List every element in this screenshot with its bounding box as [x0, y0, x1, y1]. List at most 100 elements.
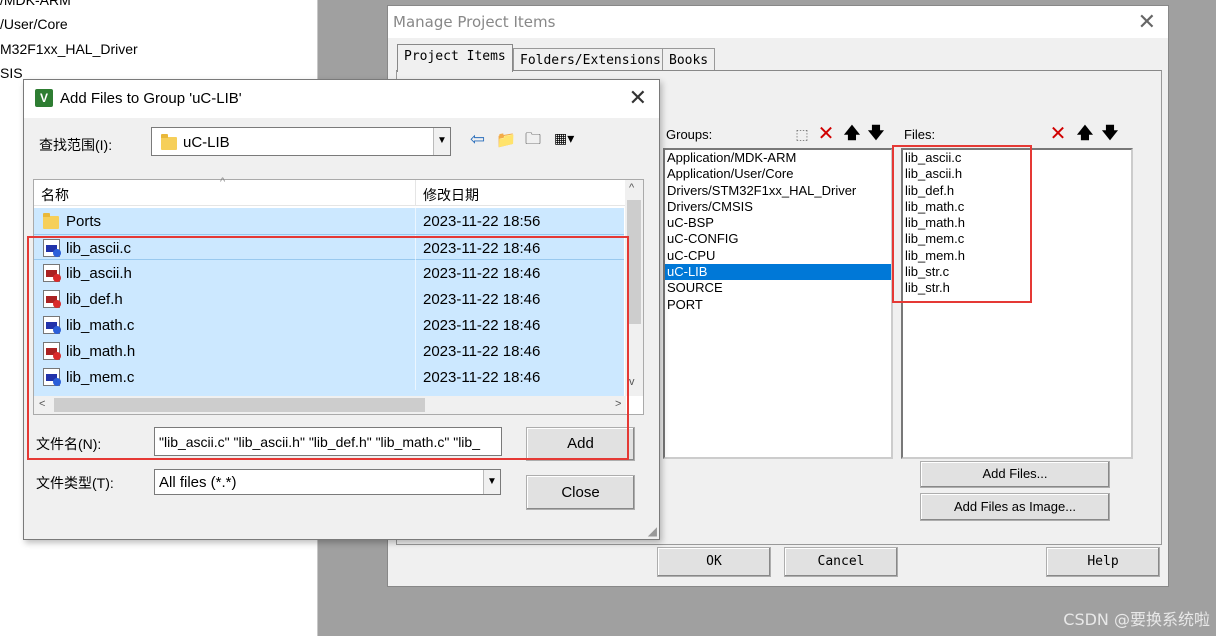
add-files-dialog: V Add Files to Group 'uC-LIB' ✕ 查找范围(I):…: [23, 79, 660, 540]
close-icon[interactable]: ✕: [1138, 10, 1156, 35]
move-down-icon[interactable]: 🡇: [865, 123, 887, 145]
c-file-icon: [43, 368, 61, 386]
delete-icon[interactable]: ✕: [1047, 123, 1069, 145]
add-files-button[interactable]: Add Files...: [920, 461, 1110, 488]
resize-grip-icon[interactable]: ◢: [648, 524, 657, 538]
files-label: Files:: [904, 127, 936, 142]
group-item[interactable]: PORT: [665, 297, 891, 313]
tab-folders-extensions[interactable]: Folders/Extensions: [513, 48, 668, 72]
h-file-icon: [43, 264, 61, 282]
h-file-icon: [43, 290, 61, 308]
tree-item[interactable]: /User/Core: [0, 16, 68, 32]
list-item[interactable]: lib_math.c 2023-11-22 18:46: [34, 312, 624, 338]
chevron-down-icon[interactable]: ▼: [483, 470, 500, 494]
file-item[interactable]: lib_mem.c: [903, 231, 1131, 247]
look-in-dropdown[interactable]: uC-LIB ▼: [151, 127, 451, 156]
list-item[interactable]: lib_mem.c 2023-11-22 18:46: [34, 364, 624, 396]
chevron-down-icon[interactable]: ▼: [433, 128, 450, 155]
scroll-right-icon[interactable]: >: [615, 398, 621, 410]
groups-header: Groups: ⬚ ✕ 🡅 🡇: [663, 121, 895, 147]
back-arrow-icon[interactable]: ⇦: [470, 129, 485, 150]
tab-project-items[interactable]: Project Items: [397, 44, 513, 72]
view-menu-icon[interactable]: ▦▾: [554, 130, 574, 147]
file-name: lib_math.h: [66, 343, 136, 360]
files-list[interactable]: lib_ascii.c lib_ascii.h lib_def.h lib_ma…: [901, 148, 1133, 459]
list-item[interactable]: lib_ascii.c 2023-11-22 18:46: [34, 234, 624, 261]
h-file-icon: [43, 342, 61, 360]
file-item[interactable]: lib_ascii.h: [903, 166, 1131, 182]
new-folder-icon[interactable]: 🗀: [525, 128, 541, 155]
group-item[interactable]: SOURCE: [665, 280, 891, 296]
file-item[interactable]: lib_math.c: [903, 199, 1131, 215]
tree-item[interactable]: /MDK-ARM: [0, 0, 71, 8]
c-file-icon: [43, 239, 61, 257]
file-name: lib_ascii.c: [66, 240, 132, 257]
list-item[interactable]: lib_math.h 2023-11-22 18:46: [34, 338, 624, 364]
groups-label: Groups:: [666, 127, 713, 142]
add-files-as-image-button[interactable]: Add Files as Image...: [920, 493, 1110, 521]
look-in-label: 查找范围(I):: [39, 137, 113, 153]
dialog-title: Manage Project Items: [393, 13, 556, 31]
group-item[interactable]: Drivers/CMSIS: [665, 199, 891, 215]
ok-button[interactable]: OK: [657, 547, 771, 577]
file-date: 2023-11-22 18:56: [423, 213, 541, 230]
file-date: 2023-11-22 18:46: [423, 265, 541, 282]
file-list[interactable]: ^ 名称 修改日期 Ports 2023-11-22 18:56 lib_asc…: [33, 176, 644, 415]
file-date: 2023-11-22 18:46: [423, 317, 541, 334]
add-button[interactable]: Add: [526, 427, 635, 461]
cancel-button[interactable]: Cancel: [784, 547, 898, 577]
scroll-down-icon[interactable]: v: [629, 376, 635, 388]
list-item[interactable]: Ports 2023-11-22 18:56: [34, 208, 624, 234]
filename-label: 文件名(N):: [36, 436, 102, 452]
close-button[interactable]: Close: [526, 475, 635, 510]
tree-item[interactable]: M32F1xx_HAL_Driver: [0, 41, 138, 57]
file-name: Ports: [66, 213, 102, 230]
scrollbar-thumb[interactable]: [627, 200, 641, 324]
scroll-up-icon[interactable]: ^: [629, 182, 634, 194]
horizontal-scrollbar[interactable]: < >: [34, 396, 626, 414]
column-name-header[interactable]: 名称: [41, 185, 69, 205]
file-item[interactable]: lib_mem.h: [903, 248, 1131, 264]
dialog-title: Add Files to Group 'uC-LIB': [60, 90, 242, 107]
tab-books[interactable]: Books: [662, 48, 716, 72]
file-item[interactable]: lib_ascii.c: [903, 150, 1131, 166]
new-group-icon[interactable]: ⬚: [791, 123, 813, 145]
group-item-selected[interactable]: uC-LIB: [665, 264, 891, 281]
vertical-scrollbar[interactable]: ^ v: [625, 180, 643, 396]
move-up-icon[interactable]: 🡅: [841, 123, 863, 145]
group-item[interactable]: Drivers/STM32F1xx_HAL_Driver: [665, 183, 891, 199]
filename-input[interactable]: "lib_ascii.c" "lib_ascii.h" "lib_def.h" …: [154, 427, 502, 456]
help-button[interactable]: Help: [1046, 547, 1160, 577]
c-file-icon: [43, 316, 61, 334]
scrollbar-thumb[interactable]: [54, 398, 425, 412]
column-date-header[interactable]: 修改日期: [423, 185, 479, 205]
up-folder-icon[interactable]: 📁: [496, 130, 516, 150]
file-date: 2023-11-22 18:46: [423, 240, 541, 257]
file-item[interactable]: lib_str.c: [903, 264, 1131, 280]
scroll-left-icon[interactable]: <: [39, 398, 45, 410]
group-item[interactable]: uC-BSP: [665, 215, 891, 231]
filetype-dropdown[interactable]: All files (*.*) ▼: [154, 469, 501, 495]
file-name: lib_math.c: [66, 317, 135, 334]
folder-icon: [161, 134, 177, 150]
delete-icon[interactable]: ✕: [815, 123, 837, 145]
filename-value: "lib_ascii.c" "lib_ascii.h" "lib_def.h" …: [159, 434, 480, 450]
file-item[interactable]: lib_def.h: [903, 183, 1131, 199]
dialog-titlebar: V Add Files to Group 'uC-LIB' ✕: [24, 80, 659, 118]
groups-list[interactable]: Application/MDK-ARM Application/User/Cor…: [663, 148, 893, 459]
list-item[interactable]: lib_def.h 2023-11-22 18:46: [34, 286, 624, 312]
file-item[interactable]: lib_math.h: [903, 215, 1131, 231]
group-item[interactable]: uC-CONFIG: [665, 231, 891, 247]
file-date: 2023-11-22 18:46: [423, 343, 541, 360]
dialog-titlebar: Manage Project Items ✕: [388, 6, 1168, 38]
group-item[interactable]: Application/User/Core: [665, 166, 891, 182]
move-down-icon[interactable]: 🡇: [1099, 123, 1121, 145]
group-item[interactable]: uC-CPU: [665, 248, 891, 264]
group-item[interactable]: Application/MDK-ARM: [665, 150, 891, 166]
file-item[interactable]: lib_str.h: [903, 280, 1131, 296]
file-name: lib_mem.c: [66, 369, 135, 386]
close-icon[interactable]: ✕: [629, 86, 647, 111]
list-item[interactable]: lib_ascii.h 2023-11-22 18:46: [34, 260, 624, 286]
move-up-icon[interactable]: 🡅: [1074, 123, 1096, 145]
tree-item[interactable]: SIS: [0, 65, 23, 81]
